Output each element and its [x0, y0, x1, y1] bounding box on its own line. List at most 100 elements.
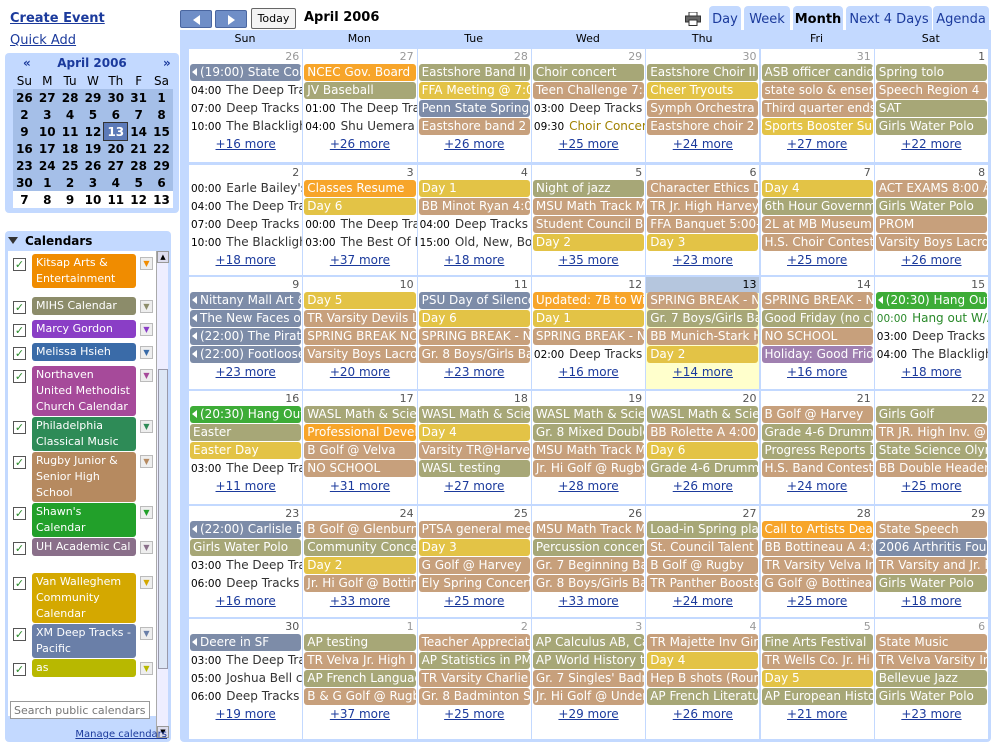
event-chip[interactable]: NO SCHOOL	[761, 328, 873, 345]
calendar-item[interactable]: ✓ as ▼	[10, 659, 154, 679]
event-chip[interactable]: Girls Golf	[875, 406, 988, 423]
calendar-item[interactable]: ✓ Marcy Gordon ▼	[10, 320, 154, 340]
timed-event[interactable]: 10:00 The Blacklight	[191, 234, 302, 251]
day-number[interactable]: 3	[407, 166, 414, 179]
mini-day[interactable]: 11	[104, 191, 128, 208]
event-chip[interactable]: state solo & ensem	[761, 82, 873, 99]
calendar-item[interactable]: ✓ Northaven United Methodist Church Calen…	[10, 366, 154, 416]
manage-calendars-link[interactable]: Manage calendars	[75, 729, 167, 740]
event-chip[interactable]: Call to Artists Dead	[761, 521, 873, 538]
event-chip[interactable]: Choir concert	[532, 64, 645, 81]
day-cell[interactable]: 17 WASL Math & Scien Professional Devel B G…	[303, 391, 417, 504]
event-chip[interactable]: Fine Arts Festival	[761, 634, 873, 651]
day-number[interactable]: 26	[285, 50, 299, 63]
calendar-checkbox[interactable]: ✓	[13, 421, 26, 434]
timed-event[interactable]: 01:00 The Deep Tra	[305, 100, 416, 117]
event-chip[interactable]: Easter Day	[190, 442, 302, 459]
calendar-checkbox[interactable]: ✓	[13, 577, 26, 590]
mini-day[interactable]: 17	[35, 140, 59, 157]
event-chip[interactable]: Girls Water Polo	[875, 198, 988, 215]
tab-next-4-days[interactable]: Next 4 Days	[846, 6, 932, 33]
event-chip[interactable]: (22:00) Footloose	[190, 346, 302, 363]
event-chip[interactable]: B Golf @ Glenburn	[304, 521, 416, 538]
event-chip[interactable]: State Speech	[875, 521, 988, 538]
more-events-link[interactable]: +24 more	[646, 137, 759, 151]
timed-event[interactable]: 03:00 The Deep Tra	[191, 652, 302, 669]
day-cell[interactable]: 29State Speech2006 Arthritis FoundTR Var…	[874, 506, 989, 617]
day-cell[interactable]: 11 PSU Day of Silence Day 6 SPRING BREAK - …	[417, 277, 531, 389]
more-events-link[interactable]: +23 more	[418, 365, 531, 379]
scroll-thumb[interactable]	[158, 369, 168, 669]
event-chip[interactable]: BB Munich-Stark H	[647, 328, 759, 345]
day-number[interactable]: 30	[742, 50, 756, 63]
day-cell[interactable]: 23 (22:00) Carlisle B Girls Water Polo 03:0…	[189, 506, 303, 617]
day-number[interactable]: 13	[742, 278, 756, 291]
day-cell[interactable]: 24 B Golf @ Glenburn Community Concer Day 2…	[303, 506, 417, 617]
event-chip[interactable]: MSU Math Track Me	[532, 521, 645, 538]
event-chip[interactable]: Classes Resume	[304, 180, 416, 197]
mini-day[interactable]: 8	[150, 106, 173, 123]
day-cell[interactable]: 7 Day 4 6th Hour Governm 2L at MB Museum (H…	[760, 165, 874, 275]
day-cell[interactable]: 16 (20:30) Hang Out Easter Easter Day 03:00 T…	[189, 391, 303, 504]
event-chip[interactable]: Holiday: Good Frid	[761, 346, 873, 363]
event-chip[interactable]: TR Majette Inv Girl	[647, 634, 759, 651]
event-chip[interactable]: H.S. Band Contest	[761, 460, 873, 477]
day-number[interactable]: 27	[400, 50, 414, 63]
event-chip[interactable]: Gr. 8 Badminton Si	[418, 688, 530, 705]
event-chip[interactable]: BB Bottineau A 4:0	[761, 539, 873, 556]
event-chip[interactable]: TR Velva Jr. High I	[304, 652, 416, 669]
timed-event[interactable]: 09:30 Choir Concer	[534, 118, 645, 135]
day-number[interactable]: 31	[857, 50, 871, 63]
calendar-checkbox[interactable]: ✓	[13, 324, 26, 337]
day-cell[interactable]: 29 Choir concert Teen Challenge 7:3 03:00 De…	[531, 49, 646, 162]
calendar-dropdown-icon[interactable]: ▼	[140, 576, 153, 589]
event-chip[interactable]: State Music	[875, 634, 988, 651]
mini-day[interactable]: 13	[103, 122, 129, 141]
mini-day[interactable]: 9	[13, 123, 36, 140]
day-cell[interactable]: 21 B Golf @ Harvey Grade 4-6 Drummi Progres…	[760, 391, 874, 504]
mini-day[interactable]: 29	[150, 157, 173, 174]
event-chip[interactable]: Third quarter ends	[761, 100, 873, 117]
event-chip[interactable]: Symph Orchestra 8	[647, 100, 759, 117]
mini-day[interactable]: 13	[150, 191, 173, 208]
event-chip[interactable]: Eastshore band 2 c	[418, 118, 530, 135]
event-chip[interactable]: Day 6	[304, 198, 416, 215]
event-chip[interactable]: (19:00) State Coll	[190, 64, 302, 81]
calendar-checkbox[interactable]: ✓	[13, 628, 26, 641]
calendar-dropdown-icon[interactable]: ▼	[140, 257, 153, 270]
mini-day[interactable]: 30	[104, 89, 128, 106]
mini-day[interactable]: 12	[127, 191, 151, 208]
calendar-label[interactable]: Kitsap Arts & Entertainment	[32, 254, 136, 288]
event-chip[interactable]: Updated: 7B to Win	[532, 292, 645, 309]
event-chip[interactable]: Day 3	[418, 539, 530, 556]
day-cell[interactable]: 12 Updated: 7B to Win Day 1 SPRING BREAK - …	[531, 277, 646, 389]
day-number[interactable]: 11	[514, 278, 528, 291]
event-chip[interactable]: SPRING BREAK - N	[647, 292, 759, 309]
mini-day[interactable]: 3	[81, 174, 105, 191]
day-cell[interactable]: 5 Fine Arts Festival TR Wells Co. Jr. Hi Da…	[760, 619, 874, 739]
mini-day[interactable]: 6	[104, 106, 128, 123]
more-events-link[interactable]: +24 more	[761, 479, 874, 493]
event-chip[interactable]: Jr. Hi Golf @ Rugby	[532, 460, 645, 477]
mini-day[interactable]: 10	[35, 123, 59, 140]
event-chip[interactable]: Student Council Ble	[532, 216, 645, 233]
event-chip[interactable]: TR Varsity and Jr. H	[875, 557, 988, 574]
mini-day[interactable]: 23	[13, 157, 36, 174]
event-chip[interactable]: Ely Spring Concert	[418, 575, 530, 592]
mini-day[interactable]: 15	[150, 123, 173, 140]
event-chip[interactable]: AP French Languag	[304, 670, 416, 687]
day-cell[interactable]: 8 ACT EXAMS 8:00 A Girls Water Polo PROM Var…	[874, 165, 989, 275]
day-cell[interactable]: 27 Load-in Spring play St. Council Talent …	[646, 506, 760, 617]
event-chip[interactable]: Gr. 7 Boys/Girls Ba	[647, 310, 759, 327]
mini-day[interactable]: 5	[127, 174, 151, 191]
event-chip[interactable]: TR Varsity Charlie	[418, 670, 530, 687]
calendar-label[interactable]: Northaven United Methodist Church Calend…	[32, 366, 136, 416]
calendar-label[interactable]: Melissa Hsieh	[32, 343, 136, 361]
calendar-item[interactable]: ✓ Van Walleghem Community Calendar ▼	[10, 573, 154, 623]
mini-day[interactable]: 26	[81, 157, 105, 174]
mini-day[interactable]: 27	[35, 89, 59, 106]
day-cell[interactable]: 3 Classes Resume Day 6 00:00 The Deep Tra 03:…	[303, 165, 417, 275]
day-cell[interactable]: 2 Teacher Appreciati AP Statistics in PM TR…	[417, 619, 531, 739]
more-events-link[interactable]: +14 more	[646, 365, 759, 379]
event-chip[interactable]: ACT EXAMS 8:00 A	[875, 180, 988, 197]
